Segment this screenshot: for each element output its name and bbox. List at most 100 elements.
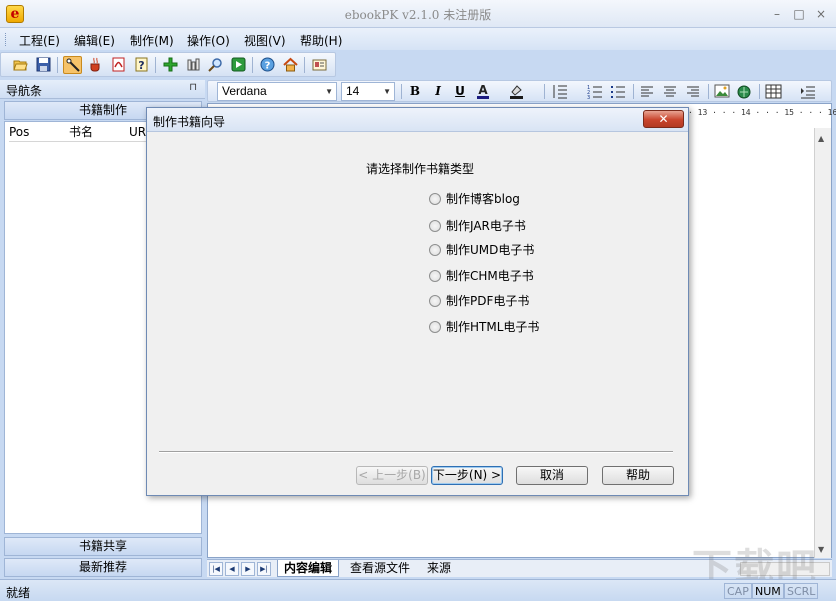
column-pos[interactable]: Pos — [9, 122, 69, 142]
num-indicator: NUM — [752, 583, 784, 599]
radio-circle[interactable] — [429, 270, 441, 282]
add-icon[interactable] — [161, 56, 180, 74]
cancel-button[interactable]: 取消 — [516, 466, 588, 485]
radio-label: 制作JAR电子书 — [446, 219, 526, 233]
pdf-icon[interactable] — [109, 56, 128, 74]
vertical-scrollbar[interactable]: ▲ ▼ — [814, 128, 831, 558]
save-icon[interactable] — [34, 56, 53, 74]
next-step-button[interactable]: 下一步(N) > — [431, 466, 503, 485]
help-cursor-icon[interactable]: ? — [132, 56, 151, 74]
dialog-divider — [159, 451, 673, 453]
italic-button[interactable]: I — [429, 83, 447, 100]
minimize-button[interactable]: – — [770, 7, 784, 21]
chevron-down-icon: ▼ — [325, 83, 333, 100]
radio-circle[interactable] — [429, 295, 441, 307]
radio-label: 制作博客blog — [446, 192, 520, 206]
radio-circle[interactable] — [429, 321, 441, 333]
radio-circle[interactable] — [429, 220, 441, 232]
highlight-color-icon[interactable] — [508, 83, 526, 100]
radio-html[interactable]: 制作HTML电子书 — [429, 318, 539, 334]
pin-icon[interactable]: ⊓ — [189, 82, 197, 93]
svg-text:?: ? — [265, 61, 271, 72]
radio-umd[interactable]: 制作UMD电子书 — [429, 241, 534, 257]
align-right-icon[interactable] — [684, 83, 702, 100]
menu-edit[interactable]: 编辑(E) — [74, 32, 115, 49]
menu-help[interactable]: 帮助(H) — [300, 32, 342, 49]
card-icon[interactable] — [310, 56, 329, 74]
help-button[interactable]: 帮助 — [602, 466, 674, 485]
last-page-icon[interactable]: ▶| — [257, 562, 271, 576]
align-left-icon[interactable] — [638, 83, 656, 100]
dialog-title: 制作书籍向导 — [153, 113, 225, 130]
search-icon[interactable] — [206, 56, 225, 74]
main-toolbar: ? ? — [0, 52, 336, 77]
tab-view-source[interactable]: 查看源文件 — [344, 560, 416, 577]
radio-label: 制作CHM电子书 — [446, 269, 534, 283]
menu-bar: 工程(E) 编辑(E) 制作(M) 操作(O) 视图(V) 帮助(H) — [0, 28, 836, 50]
book-wizard-dialog: 制作书籍向导 ✕ 请选择制作书籍类型 制作博客blog 制作JAR电子书 制作U… — [146, 107, 689, 496]
font-size-select[interactable]: 14 ▼ — [341, 82, 395, 101]
dialog-title-bar: 制作书籍向导 ✕ — [147, 108, 688, 132]
previous-page-icon[interactable]: ◀ — [225, 562, 239, 576]
column-book-name[interactable]: 书名 — [69, 122, 129, 142]
grip-icon — [5, 33, 8, 46]
radio-chm[interactable]: 制作CHM电子书 — [429, 267, 534, 283]
font-size-value: 14 — [346, 84, 359, 98]
ruler: · 13 · · · 14 · · · 15 · · · 16 · — [688, 108, 836, 117]
tab-latest-recommend[interactable]: 最新推荐 — [4, 558, 202, 577]
scroll-down-icon[interactable]: ▼ — [818, 545, 824, 554]
radio-jar[interactable]: 制作JAR电子书 — [429, 217, 526, 233]
menu-view[interactable]: 视图(V) — [244, 32, 286, 49]
cap-indicator: CAP — [724, 583, 752, 599]
font-family-value: Verdana — [222, 84, 267, 98]
line-spacing-icon[interactable] — [551, 83, 569, 100]
svg-text:A: A — [478, 83, 488, 97]
status-bar: 就绪 CAP NUM SCRL — [0, 579, 836, 601]
scroll-up-icon[interactable]: ▲ — [818, 134, 824, 143]
font-family-select[interactable]: Verdana ▼ — [217, 82, 337, 101]
previous-step-button[interactable]: < 上一步(B) — [356, 466, 428, 485]
svg-text:3: 3 — [587, 95, 590, 100]
bold-button[interactable]: B — [406, 83, 424, 100]
dialog-prompt: 请选择制作书籍类型 — [366, 160, 474, 177]
outdent-icon[interactable] — [799, 83, 817, 100]
nav-panel-title: 导航条 — [6, 82, 42, 99]
play-icon[interactable] — [229, 56, 248, 74]
book-icon[interactable] — [184, 56, 203, 74]
tab-book-share[interactable]: 书籍共享 — [4, 537, 202, 556]
magic-wand-icon[interactable] — [63, 56, 82, 74]
svg-text:?: ? — [138, 59, 144, 72]
radio-pdf[interactable]: 制作PDF电子书 — [429, 292, 529, 308]
first-page-icon[interactable]: |◀ — [209, 562, 223, 576]
title-bar: e ebookPK v2.1.0 未注册版 – □ × — [0, 0, 836, 28]
format-toolbar: Verdana ▼ 14 ▼ B I U A 123 — [207, 80, 832, 102]
dialog-close-button[interactable]: ✕ — [643, 110, 684, 128]
tab-source[interactable]: 来源 — [421, 560, 457, 577]
close-button[interactable]: × — [814, 7, 828, 21]
web-help-icon[interactable]: ? — [258, 56, 277, 74]
menu-project[interactable]: 工程(E) — [19, 32, 60, 49]
tab-content-edit[interactable]: 内容编辑 — [277, 560, 339, 577]
insert-image-icon[interactable] — [713, 83, 731, 100]
font-color-icon[interactable]: A — [475, 83, 493, 100]
status-text: 就绪 — [6, 584, 30, 601]
radio-circle[interactable] — [429, 244, 441, 256]
menu-make[interactable]: 制作(M) — [130, 32, 174, 49]
open-folder-icon[interactable] — [11, 56, 30, 74]
menu-operate[interactable]: 操作(O) — [187, 32, 230, 49]
next-page-icon[interactable]: ▶ — [241, 562, 255, 576]
radio-label: 制作PDF电子书 — [446, 294, 529, 308]
radio-label: 制作UMD电子书 — [446, 243, 534, 257]
home-icon[interactable] — [281, 56, 300, 74]
underline-button[interactable]: U — [451, 83, 469, 100]
java-cup-icon[interactable] — [86, 56, 105, 74]
maximize-button[interactable]: □ — [792, 7, 806, 21]
numbered-list-icon[interactable]: 123 — [586, 83, 604, 100]
radio-blog[interactable]: 制作博客blog — [429, 190, 520, 206]
insert-link-icon[interactable] — [735, 83, 753, 100]
table-icon[interactable] — [765, 83, 783, 100]
align-center-icon[interactable] — [661, 83, 679, 100]
bullet-list-icon[interactable] — [609, 83, 627, 100]
radio-circle[interactable] — [429, 193, 441, 205]
window-title: ebookPK v2.1.0 未注册版 — [0, 6, 836, 23]
